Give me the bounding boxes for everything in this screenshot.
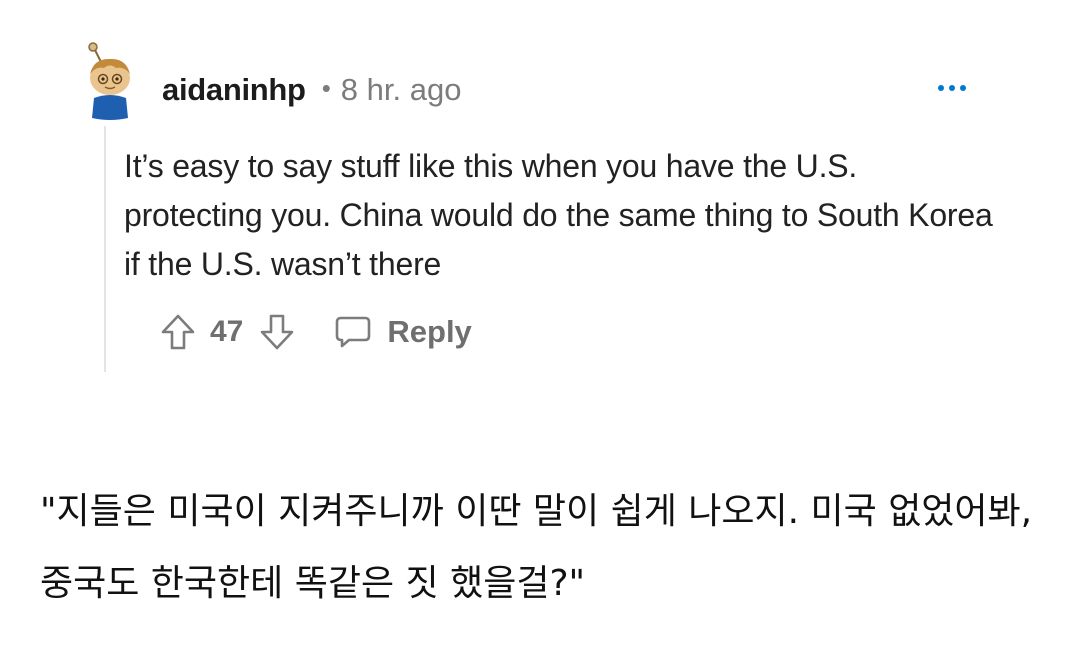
speech-bubble-icon: [336, 316, 371, 348]
meta-separator: •: [321, 72, 331, 103]
downvote-button[interactable]: [257, 312, 297, 352]
comment-meta: aidaninhp • 8 hr. ago: [162, 68, 461, 112]
downvote-arrow-icon: [261, 314, 294, 350]
comment-body: It’s easy to say stuff like this when yo…: [124, 148, 993, 282]
more-options-button[interactable]: [928, 72, 976, 104]
thread-line[interactable]: [104, 126, 106, 372]
ellipsis-icon: [938, 85, 966, 91]
vote-score: 47: [210, 315, 244, 348]
reply-button[interactable]: Reply: [333, 314, 472, 350]
translation-caption: "지들은 미국이 지켜주니까 이딴 말이 쉽게 나오지. 미국 없었어봐, 중국…: [40, 491, 1033, 604]
snoo-avatar-icon[interactable]: [80, 42, 140, 122]
comment-card: aidaninhp • 8 hr. ago It’s easy to say s…: [0, 0, 1080, 400]
upvote-button[interactable]: [158, 312, 198, 352]
comment-actions: 47 Reply: [158, 310, 472, 354]
username-link[interactable]: aidaninhp: [162, 72, 306, 108]
comment-timestamp[interactable]: 8 hr. ago: [341, 72, 462, 108]
upvote-arrow-icon: [161, 314, 195, 350]
reply-label: Reply: [387, 314, 472, 349]
